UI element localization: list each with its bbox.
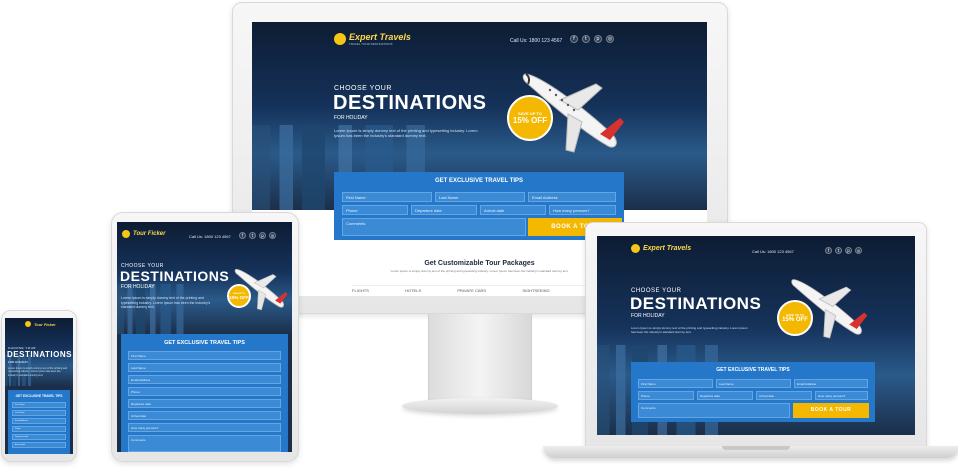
- social-links: f t p ◎: [570, 35, 614, 43]
- departure-date-field[interactable]: Departure date: [411, 205, 477, 215]
- hero-title: DESTINATIONS: [333, 92, 487, 114]
- hero-choose: CHOOSE YOUR: [334, 85, 392, 92]
- contact-phone[interactable]: Call Us: 1800 123 4567: [510, 38, 562, 44]
- pinterest-icon[interactable]: p: [594, 35, 602, 43]
- tablet-last-name-field[interactable]: Last Name: [128, 363, 281, 372]
- tab-hotels[interactable]: HOTELS: [405, 288, 421, 293]
- laptop-last-name-field[interactable]: Last Name: [716, 379, 791, 388]
- brand-tagline: TRAVEL YOUR DESTINATIONS: [349, 42, 393, 46]
- phone-hero-description: Lorem Ipsum is simply dummy text of the …: [8, 367, 68, 377]
- packages-subtitle: Lorem ipsum is simply dummy text of the …: [390, 269, 569, 273]
- laptop-email-field[interactable]: Email Address: [794, 379, 868, 388]
- instagram-icon[interactable]: ◎: [606, 35, 614, 43]
- laptop-hero-description: Lorem Ipsum is simply dummy text of the …: [631, 326, 748, 335]
- laptop-screen: Expert Travels Call Us: 1800 123 4567 f …: [597, 236, 915, 435]
- phone-sun-icon: [25, 321, 31, 327]
- laptop-hero-title: DESTINATIONS: [630, 294, 762, 313]
- brand-logo[interactable]: Expert Travels TRAVEL YOUR DESTINATIONS: [334, 32, 411, 46]
- last-name-field[interactable]: Last Name: [435, 192, 525, 202]
- phone-phone-field[interactable]: Phone: [12, 426, 66, 432]
- laptop-twitter-icon[interactable]: t: [835, 247, 842, 254]
- phone-brand-name: Tour Ficker: [34, 321, 56, 327]
- tablet-persons-select[interactable]: How many persons?: [128, 423, 281, 432]
- phone-hero-title: DESTINATIONS: [7, 350, 72, 359]
- phone-arrival-field[interactable]: Arrival date: [12, 442, 66, 448]
- phone-hero-for-holiday: FOR HOLIDAY: [8, 360, 29, 364]
- laptop-book-tour-button[interactable]: BOOK A TOUR: [793, 403, 869, 418]
- tablet-arrival-field[interactable]: Arrival date: [128, 411, 281, 420]
- brand-name: Expert Travels: [349, 32, 411, 42]
- phone-form-title: GET EXCLUSIVE TRAVEL TIPS: [15, 394, 63, 398]
- package-tabs: FLIGHTS HOTELS PRIVATE CARS SIGHTSEEING …: [352, 285, 612, 293]
- monitor-neck: [428, 314, 532, 402]
- tablet-twitter-icon[interactable]: t: [249, 232, 256, 239]
- tablet-form-title: GET EXCLUSIVE TRAVEL TIPS: [164, 340, 245, 346]
- laptop-hero-for-holiday: FOR HOLIDAY: [631, 313, 665, 319]
- tablet-screen: Tour Ficker Call Us: 1800 123 4567 f t p…: [117, 222, 292, 452]
- laptop-first-name-field[interactable]: First Name: [638, 379, 713, 388]
- phone-departure-field[interactable]: Departure date: [12, 434, 66, 440]
- tablet-pinterest-icon[interactable]: p: [259, 232, 266, 239]
- laptop-comments-field[interactable]: Comments: [638, 403, 790, 418]
- airplane-icon: [522, 73, 624, 153]
- tablet-social-links: f t p ◎: [239, 232, 276, 239]
- first-name-field[interactable]: First Name: [342, 192, 432, 202]
- tab-private-cars[interactable]: PRIVATE CARS: [457, 288, 486, 293]
- laptop-persons-select[interactable]: How many persons?: [815, 391, 868, 400]
- tablet-sun-icon: [122, 230, 130, 238]
- tablet-contact[interactable]: Call Us: 1800 123 4567: [189, 234, 231, 239]
- laptop-instagram-icon[interactable]: ◎: [855, 247, 862, 254]
- laptop-brand-name: Expert Travels: [643, 245, 692, 252]
- phone-first-name-field[interactable]: First Name: [12, 402, 66, 408]
- tablet-phone-field[interactable]: Phone: [128, 387, 281, 396]
- sun-icon: [334, 33, 346, 45]
- comments-field[interactable]: Comments: [342, 218, 526, 236]
- twitter-icon[interactable]: t: [582, 35, 590, 43]
- tab-sightseeing[interactable]: SIGHTSEEING: [522, 288, 549, 293]
- tablet-hero-for-holiday: FOR HOLIDAY: [121, 284, 155, 290]
- laptop-brand-logo[interactable]: Expert Travels: [631, 244, 691, 253]
- form-title: GET EXCLUSIVE TRAVEL TIPS: [434, 178, 524, 184]
- tablet-instagram-icon[interactable]: ◎: [269, 232, 276, 239]
- laptop-departure-field[interactable]: Departure date: [697, 391, 753, 400]
- laptop-contact[interactable]: Call Us: 1800 123 4567: [752, 249, 794, 254]
- laptop-travel-tips-form: GET EXCLUSIVE TRAVEL TIPS First Name Las…: [631, 362, 875, 422]
- tablet-facebook-icon[interactable]: f: [239, 232, 246, 239]
- persons-select[interactable]: How many persons?: [549, 205, 616, 215]
- tab-flights[interactable]: FLIGHTS: [352, 288, 369, 293]
- phone-field[interactable]: Phone: [342, 205, 408, 215]
- phone-screen: Tour Ficker CHOOSE YOUR DESTINATIONS FOR…: [5, 318, 73, 454]
- laptop-airplane-icon: [791, 279, 868, 339]
- tablet-hero-title: DESTINATIONS: [120, 268, 230, 284]
- laptop-notch: [722, 446, 790, 450]
- arrival-date-field[interactable]: Arrival date: [480, 205, 546, 215]
- tablet-departure-field[interactable]: Departure date: [128, 399, 281, 408]
- tablet-comments-field[interactable]: Comments: [128, 435, 281, 452]
- phone-travel-tips-form: GET EXCLUSIVE TRAVEL TIPS First Name Las…: [8, 390, 70, 454]
- phone-brand-logo[interactable]: Tour Ficker: [25, 321, 56, 327]
- tablet-hero-description: Lorem Ipsum is simply dummy text of the …: [121, 296, 211, 310]
- facebook-icon[interactable]: f: [570, 35, 578, 43]
- tablet-travel-tips-form: GET EXCLUSIVE TRAVEL TIPS First Name Las…: [121, 334, 288, 452]
- laptop-arrival-field[interactable]: Arrival date: [756, 391, 812, 400]
- laptop-social-links: f t p ◎: [825, 247, 862, 254]
- laptop-phone-field[interactable]: Phone: [638, 391, 694, 400]
- laptop-sun-icon: [631, 244, 640, 253]
- email-field[interactable]: Email Address: [528, 192, 616, 202]
- hero-for-holiday: FOR HOLIDAY: [334, 115, 368, 121]
- laptop-pinterest-icon[interactable]: p: [845, 247, 852, 254]
- monitor-base: [402, 398, 558, 414]
- tablet-brand-name: Tour Ficker: [133, 231, 166, 237]
- tablet-brand-logo[interactable]: Tour Ficker: [122, 230, 165, 238]
- travel-tips-form: GET EXCLUSIVE TRAVEL TIPS First Name Las…: [334, 172, 624, 240]
- laptop-facebook-icon[interactable]: f: [825, 247, 832, 254]
- tablet-email-field[interactable]: Email Address: [128, 375, 281, 384]
- tablet-airplane-icon: [234, 268, 288, 311]
- phone-email-field[interactable]: Email Address: [12, 418, 66, 424]
- laptop-form-title: GET EXCLUSIVE TRAVEL TIPS: [716, 367, 790, 373]
- tablet-first-name-field[interactable]: First Name: [128, 351, 281, 360]
- phone-last-name-field[interactable]: Last Name: [12, 410, 66, 416]
- hero-description: Lorem Ipsum is simply dummy text of the …: [334, 128, 478, 139]
